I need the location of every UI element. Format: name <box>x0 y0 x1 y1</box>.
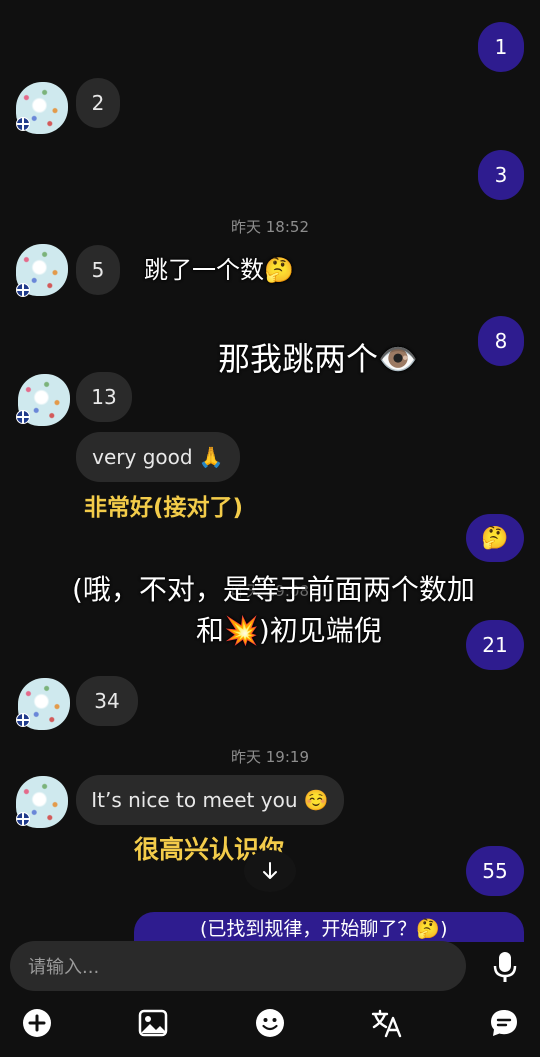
emoji-button[interactable] <box>253 1006 287 1040</box>
incoming-message[interactable]: It’s nice to meet you ☺️ <box>76 775 344 825</box>
image-icon <box>138 1009 168 1037</box>
chat-icon <box>491 1010 517 1036</box>
message-text: 5 <box>91 258 105 282</box>
message-text: 1 <box>494 35 508 59</box>
message-text: very good 🙏 <box>92 445 224 469</box>
annotation-caption: (哦，不对，是等于前面两个数加 <box>72 573 475 606</box>
uk-flag-icon <box>16 410 30 424</box>
timestamp-separator: 昨天 18:52 <box>231 218 309 236</box>
message-text: 34 <box>94 689 120 713</box>
emoji-icon <box>256 1009 284 1037</box>
message-text: 13 <box>91 385 117 409</box>
uk-flag-icon <box>16 713 30 727</box>
outgoing-message[interactable]: 3 <box>478 150 524 200</box>
annotation-caption: 和💥)初见端倪 <box>196 614 382 647</box>
outgoing-message[interactable]: 8 <box>478 316 524 366</box>
incoming-message[interactable]: 5 <box>76 245 120 295</box>
uk-flag-icon <box>16 117 30 131</box>
add-attachment-button[interactable] <box>20 1006 54 1040</box>
outgoing-message[interactable]: 1 <box>478 22 524 72</box>
annotation-caption: 跳了一个数🤔 <box>144 256 294 284</box>
message-text: It’s nice to meet you ☺️ <box>91 788 329 812</box>
timestamp-separator: 昨天 19:19 <box>231 748 309 766</box>
uk-flag-icon <box>16 283 30 297</box>
message-text: 21 <box>482 633 508 657</box>
annotation-caption: (已找到规律，开始聊了？🤔) <box>200 918 448 940</box>
message-text: 8 <box>494 329 508 353</box>
quick-reply-button[interactable] <box>487 1006 521 1040</box>
translate-button[interactable] <box>370 1006 404 1040</box>
arrow-down-icon <box>263 862 277 879</box>
incoming-message[interactable]: 34 <box>76 676 138 726</box>
incoming-message[interactable]: 2 <box>76 78 120 128</box>
outgoing-message[interactable]: 21 <box>466 620 524 670</box>
annotation-caption: 那我跳两个👁️ <box>218 340 418 378</box>
message-text: 3 <box>494 163 508 187</box>
incoming-message[interactable]: very good 🙏 <box>76 432 240 482</box>
scroll-down-button[interactable] <box>244 850 296 892</box>
voice-input-button[interactable] <box>488 948 522 986</box>
message-text: 55 <box>482 859 508 883</box>
translate-icon <box>371 1009 402 1038</box>
message-text: 2 <box>91 91 105 115</box>
outgoing-message[interactable]: 55 <box>466 846 524 896</box>
outgoing-message[interactable]: 🤔 <box>466 514 524 562</box>
message-input[interactable]: 请输入... <box>10 941 466 991</box>
incoming-message[interactable]: 13 <box>76 372 132 422</box>
microphone-icon <box>493 952 517 982</box>
image-button[interactable] <box>136 1006 170 1040</box>
plus-icon <box>23 1009 51 1037</box>
message-text: 🤔 <box>481 525 509 551</box>
annotation-caption: 非常好(接对了) <box>84 495 244 521</box>
message-input-placeholder: 请输入... <box>28 957 100 978</box>
uk-flag-icon <box>16 812 30 826</box>
